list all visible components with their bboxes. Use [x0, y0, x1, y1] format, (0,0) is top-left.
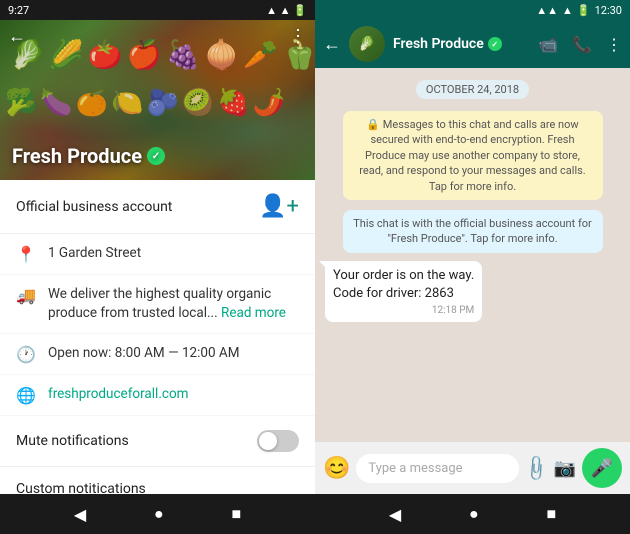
website-link[interactable]: freshproduceforall.com — [48, 385, 188, 404]
hero-title-area: Fresh Produce ✓ — [12, 144, 165, 168]
detail-website: 🌐 freshproduceforall.com — [0, 375, 315, 416]
right-more-button[interactable]: ⋮ — [606, 35, 622, 54]
hero-more-button[interactable]: ⋮ — [289, 26, 307, 47]
camera-button[interactable]: 📷 — [554, 458, 576, 479]
hours-text: Open now: 8:00 AM — 12:00 AM — [48, 344, 240, 363]
left-nav-home[interactable]: ● — [154, 504, 164, 524]
system-message-encryption[interactable]: 🔒 Messages to this chat and calls are no… — [343, 111, 603, 200]
message-input[interactable]: Type a message — [356, 454, 519, 483]
message-text-1: Your order is on the way. Code for drive… — [333, 267, 474, 303]
mute-label: Mute notifications — [16, 433, 129, 449]
right-back-button[interactable]: ← — [323, 34, 341, 55]
address-text: 1 Garden Street — [48, 244, 141, 263]
description-text: We deliver the highest quality organic p… — [48, 285, 299, 323]
detail-address: 📍 1 Garden Street — [0, 234, 315, 275]
detail-hours: 🕐 Open now: 8:00 AM — 12:00 AM — [0, 334, 315, 375]
website-anchor[interactable]: freshproduceforall.com — [48, 386, 188, 402]
right-nav-bar: ◀ ● ■ — [315, 494, 630, 534]
date-badge: OCTOBER 24, 2018 — [416, 80, 529, 99]
left-panel: 9:27 ▲ ▲ 🔋 ← ⋮ Fresh Produce ✓ Official … — [0, 0, 315, 534]
emoji-button[interactable]: 😊 — [323, 456, 350, 481]
message-time-1: 12:18 PM — [333, 305, 474, 316]
right-avatar[interactable]: 🥬 — [349, 26, 385, 62]
system-message-official[interactable]: This chat is with the official business … — [343, 210, 603, 253]
right-business-name: Fresh Produce ✓ — [393, 36, 530, 52]
custom-notif-label: Custom notitications — [16, 481, 146, 494]
add-contact-button[interactable]: 👤+ — [259, 194, 299, 219]
right-header: ← 🥬 Fresh Produce ✓ 📹 📞 ⋮ — [315, 20, 630, 68]
left-nav-recents[interactable]: ■ — [231, 504, 241, 524]
right-nav-recents[interactable]: ■ — [546, 504, 556, 524]
hero-business-name: Fresh Produce ✓ — [12, 144, 165, 168]
left-nav-back[interactable]: ◀ — [74, 505, 86, 524]
right-title-area: Fresh Produce ✓ — [393, 36, 530, 52]
hero-image: ← ⋮ Fresh Produce ✓ — [0, 20, 315, 180]
right-panel: ▲▲ ▲ 🔋 12:30 ← 🥬 Fresh Produce ✓ 📹 📞 ⋮ O… — [315, 0, 630, 534]
right-verified-badge: ✓ — [488, 37, 502, 51]
official-row: Official business account 👤+ — [0, 180, 315, 234]
hero-top-bar: ← ⋮ — [0, 20, 315, 53]
right-status-time: 12:30 — [595, 4, 622, 17]
right-nav-back[interactable]: ◀ — [389, 505, 401, 524]
right-nav-home[interactable]: ● — [469, 504, 479, 524]
chat-area: OCTOBER 24, 2018 🔒 Messages to this chat… — [315, 68, 630, 442]
mute-notifications-row: Mute notifications — [0, 416, 315, 467]
right-header-icons: 📹 📞 ⋮ — [538, 35, 622, 54]
attach-button[interactable]: 📎 — [521, 453, 552, 484]
video-call-button[interactable]: 📹 — [538, 35, 558, 54]
detail-description: 🚚 We deliver the highest quality organic… — [0, 275, 315, 334]
hero-back-button[interactable]: ← — [8, 26, 26, 47]
left-nav-bar: ◀ ● ■ — [0, 494, 315, 534]
location-icon: 📍 — [16, 245, 34, 264]
left-status-icons: ▲ ▲ 🔋 — [266, 4, 307, 17]
left-status-bar: 9:27 ▲ ▲ 🔋 — [0, 0, 315, 20]
clock-icon: 🕐 — [16, 345, 34, 364]
left-status-time: 9:27 — [8, 4, 29, 17]
voice-call-button[interactable]: 📞 — [572, 35, 592, 54]
hero-verified-badge: ✓ — [147, 147, 165, 165]
mic-icon: 🎤 — [591, 458, 613, 479]
mic-button[interactable]: 🎤 — [582, 448, 622, 488]
custom-notifications-row[interactable]: Custom notitications — [0, 467, 315, 494]
official-label: Official business account — [16, 199, 172, 215]
read-more-link[interactable]: Read more — [221, 305, 286, 321]
right-wifi-icon: ▲ — [562, 4, 573, 17]
chat-input-bar: 😊 Type a message 📎 📷 🎤 — [315, 442, 630, 494]
right-status-bar: ▲▲ ▲ 🔋 12:30 — [315, 0, 630, 20]
message-bubble-1: Your order is on the way. Code for drive… — [325, 261, 482, 322]
info-section: Official business account 👤+ 📍 1 Garden … — [0, 180, 315, 494]
mute-toggle[interactable] — [257, 430, 299, 452]
right-signal-icon: ▲▲ — [536, 4, 558, 17]
delivery-icon: 🚚 — [16, 286, 34, 305]
right-battery-icon: 🔋 — [577, 4, 591, 17]
globe-icon: 🌐 — [16, 386, 34, 405]
